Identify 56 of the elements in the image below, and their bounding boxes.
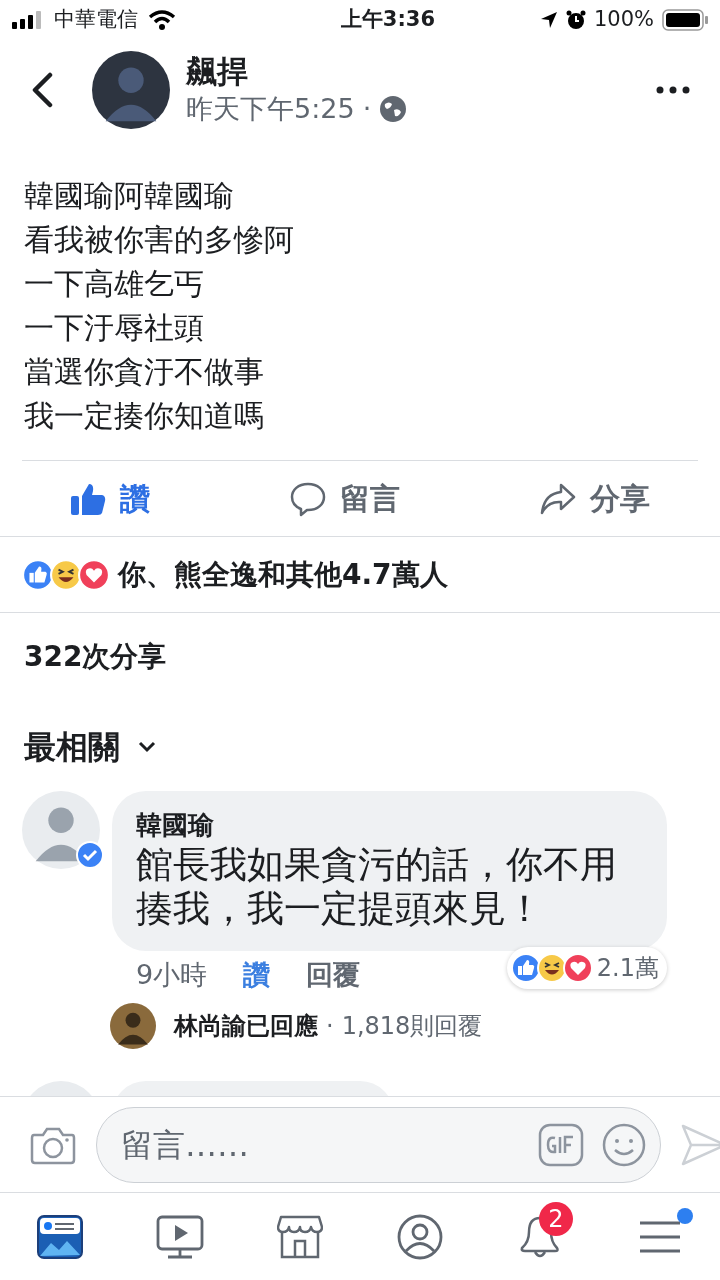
post-text-line: 韓國瑜阿韓國瑜 [24,177,235,215]
notifications-tab[interactable]: 2 [505,1201,575,1272]
like-reaction-icon [22,558,54,591]
like-button[interactable]: 讚 [70,476,150,521]
post-text-line: 我一定揍你知道嗎 [24,397,265,435]
laughing-reaction-icon [536,953,567,983]
chevron-down-icon[interactable] [138,741,156,753]
reaction-count-pill[interactable]: 2.1萬 [506,947,667,989]
like-link[interactable]: 讚 [243,954,271,996]
profile-icon [397,1213,443,1260]
sort-label[interactable]: 最相關 [24,723,120,771]
globe-icon [379,95,408,123]
speech-bubble-icon [290,480,326,517]
post-text-line: 一下高雄乞丐 [24,265,205,303]
reactions-summary[interactable]: 你、熊全逸和其他4.7萬人 [118,553,448,596]
replier-avatar [110,1003,156,1049]
love-reaction-icon [562,953,593,983]
reply-summary[interactable]: 林尚諭已回應 [174,1008,318,1044]
carrier-name: 中華電信 [54,6,138,34]
reply-count[interactable]: 1,818則回覆 [341,1008,483,1044]
thumbs-up-icon [70,481,106,516]
back-icon[interactable] [30,72,54,108]
comment-text: 館長我如果貪污的話，你不用揍我，我一定提頭來見！ [136,843,618,931]
post-timestamp[interactable]: 昨天下午5:25 [186,90,355,128]
separator-dot: · [362,92,372,126]
share-count[interactable]: 322次分享 [24,636,167,678]
comment-time: 9小時 [136,957,208,992]
reaction-count: 2.1萬 [596,953,660,984]
wifi-icon [148,10,176,30]
separator-dot: · [326,1011,334,1042]
share-arrow-icon [540,482,576,515]
commenter-name[interactable]: 韓國瑜 [136,807,643,843]
post-text-line: 一下汙辱社頭 [24,309,205,347]
author-name[interactable]: 飆捍 [186,52,656,90]
news-feed-icon [37,1214,83,1259]
more-options-icon[interactable] [656,86,690,94]
alarm-clock-icon [565,10,586,30]
post-text-line: 當選你貪汙不做事 [24,353,265,391]
video-screen-icon [156,1214,204,1259]
reply-link[interactable]: 回覆 [306,954,361,996]
comment-button[interactable]: 留言 [290,476,400,521]
share-button[interactable]: 分享 [540,476,650,521]
comment-field[interactable]: 留言…… [96,1106,661,1183]
menu-icon [639,1219,681,1254]
emoji-icon[interactable] [602,1122,646,1167]
notification-badge: 2 [539,1201,573,1236]
post-text-line: 看我被你害的多慘阿 [24,221,295,259]
battery-percentage: 100% [593,6,654,34]
like-reaction-icon [510,953,541,983]
laughing-reaction-icon [50,558,82,591]
clock-time: 上午3:36 [340,6,436,34]
gif-icon[interactable] [538,1122,584,1167]
battery-icon [662,9,708,31]
location-arrow-icon [539,11,558,29]
storefront-icon [277,1214,323,1259]
love-reaction-icon [78,558,110,591]
